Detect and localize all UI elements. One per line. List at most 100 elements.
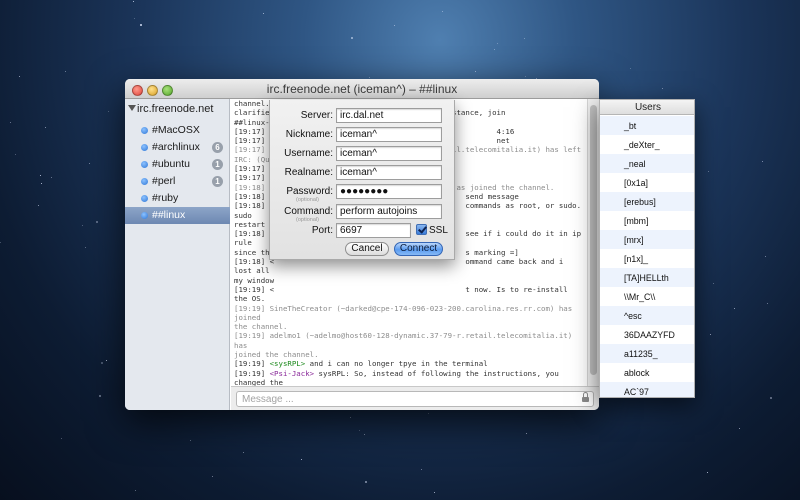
username-input[interactable] [336,146,442,161]
star [85,247,86,248]
connect-button[interactable]: Connect [394,242,443,256]
star [101,362,103,364]
star [135,490,136,491]
users-window: Users _bt _deXter_ _neal [0x1a] [erebus] [mbm… [599,99,695,398]
star [61,438,62,439]
user-nick: 36DAAZYFD [624,330,675,340]
channel-item[interactable]: ##linux [125,207,230,224]
star [0,242,1,243]
channel-bullet-icon [141,178,148,185]
user-nick: [erebus] [624,197,656,207]
chat-line: [19:19] SineTheCreator (~darked@cpe-174-… [234,304,584,323]
star [359,430,360,431]
user-row[interactable]: _bt [600,116,694,135]
port-field-row: Port: SSL [270,222,456,241]
star [710,334,711,335]
command-input[interactable] [336,204,442,219]
channel-name: #perl [152,175,176,187]
star [524,38,525,39]
unread-badge: 1 [212,176,223,187]
server-label: Server: [300,110,333,121]
star [762,161,763,162]
channel-item[interactable]: #archlinux 6 [125,139,230,156]
nickname-label: Nickname: [285,129,333,140]
channel-item[interactable]: #ruby [125,190,230,207]
message-bar [231,386,599,410]
channel-item[interactable]: #ubuntu 1 [125,156,230,173]
username-label: Username: [284,148,333,159]
connect-sheet: Server: Nickname: Username: Realname: Pa… [269,100,455,260]
password-field-row: Password: (optional) [270,183,456,203]
nickname-field-row: Nickname: [270,126,456,145]
star [301,459,302,460]
realname-label: Realname: [284,167,333,178]
chat-scrollbar[interactable] [587,99,599,386]
user-nick: _neal [624,159,646,169]
user-nick: _bt [624,121,637,131]
user-row[interactable]: _neal [600,154,694,173]
chat-line: [19:19] adelmo1 (~adelmo@host60-128-dyna… [234,331,584,350]
port-input[interactable] [336,223,411,238]
channel-list: #MacOSX #archlinux 6 #ubuntu 1 #perl 1 #ruby ##l… [125,122,230,224]
star [99,395,101,397]
port-label: Port: [311,225,333,236]
checkbox-checked-icon[interactable] [416,224,427,235]
user-nick: _deXter_ [624,140,660,150]
channel-item[interactable]: #perl 1 [125,173,230,190]
user-row[interactable]: [mbm] [600,211,694,230]
star [10,122,11,123]
star [662,88,663,89]
star [497,43,498,44]
disclosure-triangle-icon[interactable] [128,105,136,111]
realname-input[interactable] [336,165,442,180]
user-nick: AC`97 [624,387,649,397]
user-row[interactable]: [erebus] [600,192,694,211]
star [133,1,134,2]
user-row[interactable]: ^esc [600,306,694,325]
username-field-row: Username: [270,145,456,164]
star [263,13,264,14]
user-row[interactable]: [TA]HELLth [600,268,694,287]
star [45,127,46,128]
realname-field-row: Realname: [270,164,456,183]
command-field-row: Command: (optional) [270,203,456,223]
ssl-checkbox[interactable]: SSL [416,224,448,236]
star [51,177,52,178]
message-input[interactable] [236,391,594,407]
star [494,49,495,50]
chat-text: [19:19] < t now. Is to re-install the OS… [234,284,573,304]
star [134,18,135,19]
title-bar: irc.freenode.net (iceman^) – ##linux [125,79,599,99]
user-row[interactable]: \\Mr_C\\ [600,287,694,306]
star [350,417,351,418]
star [15,154,16,155]
chat-text: [19:19] SineTheCreator (~darked@cpe-174-… [234,303,577,322]
scrollbar-thumb[interactable] [590,105,597,375]
chat-text: [19:19] [234,359,270,369]
unread-badge: 1 [212,159,223,170]
channel-item[interactable]: #MacOSX [125,122,230,139]
user-row[interactable]: ablock [600,363,694,382]
server-item[interactable]: irc.freenode.net [125,102,230,118]
nickname-input[interactable] [336,127,442,142]
star [212,476,213,477]
star [713,283,714,284]
star [41,183,42,184]
user-row[interactable]: AC`97 [600,382,694,397]
star [765,256,766,257]
user-row[interactable]: a11235_ [600,344,694,363]
user-row[interactable]: [mrx] [600,230,694,249]
password-input[interactable] [336,184,442,199]
cancel-button[interactable]: Cancel [345,242,389,256]
server-input[interactable] [336,108,442,123]
user-nick: a11235_ [624,349,658,359]
user-row[interactable]: _deXter_ [600,135,694,154]
chat-line: [19:19] < t now. Is to re-install the OS… [234,285,584,304]
user-row[interactable]: 36DAAZYFD [600,325,694,344]
user-row[interactable]: [0x1a] [600,173,694,192]
star [630,68,631,69]
star [442,11,443,12]
chat-text: joined the channel. [234,350,319,360]
user-nick: [TA]HELLth [624,273,669,283]
user-row[interactable]: [n1x]_ [600,249,694,268]
